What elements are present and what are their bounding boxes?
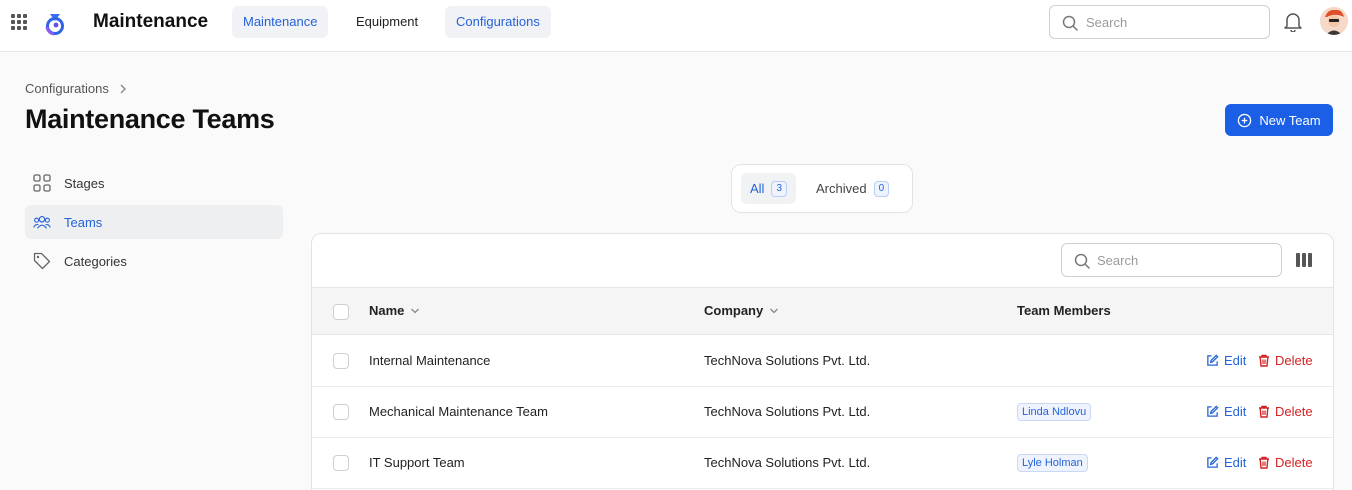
edit-label: Edit — [1224, 455, 1247, 470]
breadcrumb-configurations[interactable]: Configurations — [25, 81, 109, 96]
apps-grid-icon[interactable] — [11, 14, 27, 30]
edit-icon — [1207, 456, 1219, 468]
table-row: Mechanical Maintenance Team TechNova Sol… — [312, 387, 1333, 438]
team-name: Internal Maintenance — [369, 353, 491, 368]
row-checkbox[interactable] — [333, 455, 349, 471]
column-header-team-members: Team Members — [1017, 303, 1111, 318]
tag-icon — [33, 252, 51, 270]
search-icon — [1062, 15, 1078, 31]
top-bar: Maintenance Maintenance Equipment Config… — [0, 0, 1352, 52]
delete-label: Delete — [1275, 353, 1313, 368]
page-title: Maintenance Teams — [25, 104, 275, 134]
user-avatar[interactable] — [1320, 7, 1348, 35]
columns-icon[interactable] — [1296, 253, 1312, 267]
edit-icon — [1207, 354, 1219, 366]
sidebar-item-label: Teams — [64, 214, 103, 230]
edit-label: Edit — [1224, 404, 1247, 419]
chevron-down-icon — [770, 308, 779, 313]
users-icon — [33, 213, 51, 231]
app-logo-icon[interactable] — [42, 10, 68, 36]
table-search-input[interactable] — [1097, 244, 1272, 276]
sidebar-item-teams[interactable]: Teams — [25, 205, 283, 239]
plus-circle-icon — [1238, 113, 1252, 127]
table-row: IT Support Team TechNova Solutions Pvt. … — [312, 438, 1333, 489]
delete-button[interactable]: Delete — [1258, 455, 1313, 470]
table-header: Name Company Team Members — [312, 287, 1333, 335]
delete-label: Delete — [1275, 404, 1313, 419]
edit-button[interactable]: Edit — [1206, 353, 1246, 368]
global-search[interactable] — [1049, 5, 1270, 39]
edit-icon — [1207, 405, 1219, 417]
grid-squares-icon — [33, 174, 51, 192]
sidebar-item-stages[interactable]: Stages — [25, 166, 283, 200]
delete-button[interactable]: Delete — [1258, 353, 1313, 368]
edit-button[interactable]: Edit — [1206, 404, 1246, 419]
tab-all-label: All — [750, 181, 765, 196]
chevron-down-icon — [411, 308, 420, 313]
team-company: TechNova Solutions Pvt. Ltd. — [704, 353, 871, 368]
team-company: TechNova Solutions Pvt. Ltd. — [704, 404, 871, 419]
row-checkbox[interactable] — [333, 404, 349, 420]
global-search-input[interactable] — [1086, 6, 1261, 38]
column-header-label: Team Members — [1017, 303, 1111, 318]
table-row: Internal Maintenance TechNova Solutions … — [312, 336, 1333, 387]
column-header-label: Company — [704, 303, 764, 318]
edit-button[interactable]: Edit — [1206, 455, 1246, 470]
column-header-name[interactable]: Name — [369, 303, 420, 318]
column-header-label: Name — [369, 303, 405, 318]
trash-icon — [1259, 354, 1269, 367]
delete-label: Delete — [1275, 455, 1313, 470]
nav-tab-configurations[interactable]: Configurations — [445, 6, 551, 38]
team-name: IT Support Team — [369, 455, 465, 470]
sidebar-item-label: Stages — [64, 175, 105, 191]
select-all-checkbox[interactable] — [333, 304, 349, 320]
tab-archived[interactable]: Archived 0 — [807, 173, 898, 204]
trash-icon — [1259, 456, 1269, 469]
member-badge: Lyle Holman — [1017, 454, 1088, 472]
table-search[interactable] — [1061, 243, 1282, 277]
team-name: Mechanical Maintenance Team — [369, 404, 548, 419]
tab-archived-label: Archived — [816, 181, 867, 196]
team-company: TechNova Solutions Pvt. Ltd. — [704, 455, 871, 470]
row-checkbox[interactable] — [333, 353, 349, 369]
chevron-right-icon — [120, 84, 126, 93]
new-team-button[interactable]: New Team — [1225, 104, 1333, 136]
trash-icon — [1259, 405, 1269, 418]
app-title: Maintenance — [93, 11, 209, 32]
tab-all-count: 3 — [771, 180, 788, 197]
status-filter: All 3 Archived 0 — [731, 164, 913, 213]
sidebar-item-categories[interactable]: Categories — [25, 244, 283, 278]
nav-tab-maintenance[interactable]: Maintenance — [232, 6, 329, 38]
tab-all[interactable]: All 3 — [741, 173, 797, 204]
new-team-label: New Team — [1259, 112, 1321, 128]
delete-button[interactable]: Delete — [1258, 404, 1313, 419]
breadcrumb: Configurations — [25, 81, 127, 96]
edit-label: Edit — [1224, 353, 1247, 368]
search-icon — [1074, 253, 1090, 269]
bell-icon[interactable] — [1284, 12, 1302, 32]
sidebar-item-label: Categories — [64, 253, 127, 269]
tab-archived-count: 0 — [873, 180, 890, 197]
member-badge: Linda Ndlovu — [1017, 403, 1092, 421]
column-header-company[interactable]: Company — [704, 303, 779, 318]
teams-table: Name Company Team Members Internal Maint… — [311, 233, 1334, 490]
nav-tab-equipment[interactable]: Equipment — [345, 6, 429, 38]
